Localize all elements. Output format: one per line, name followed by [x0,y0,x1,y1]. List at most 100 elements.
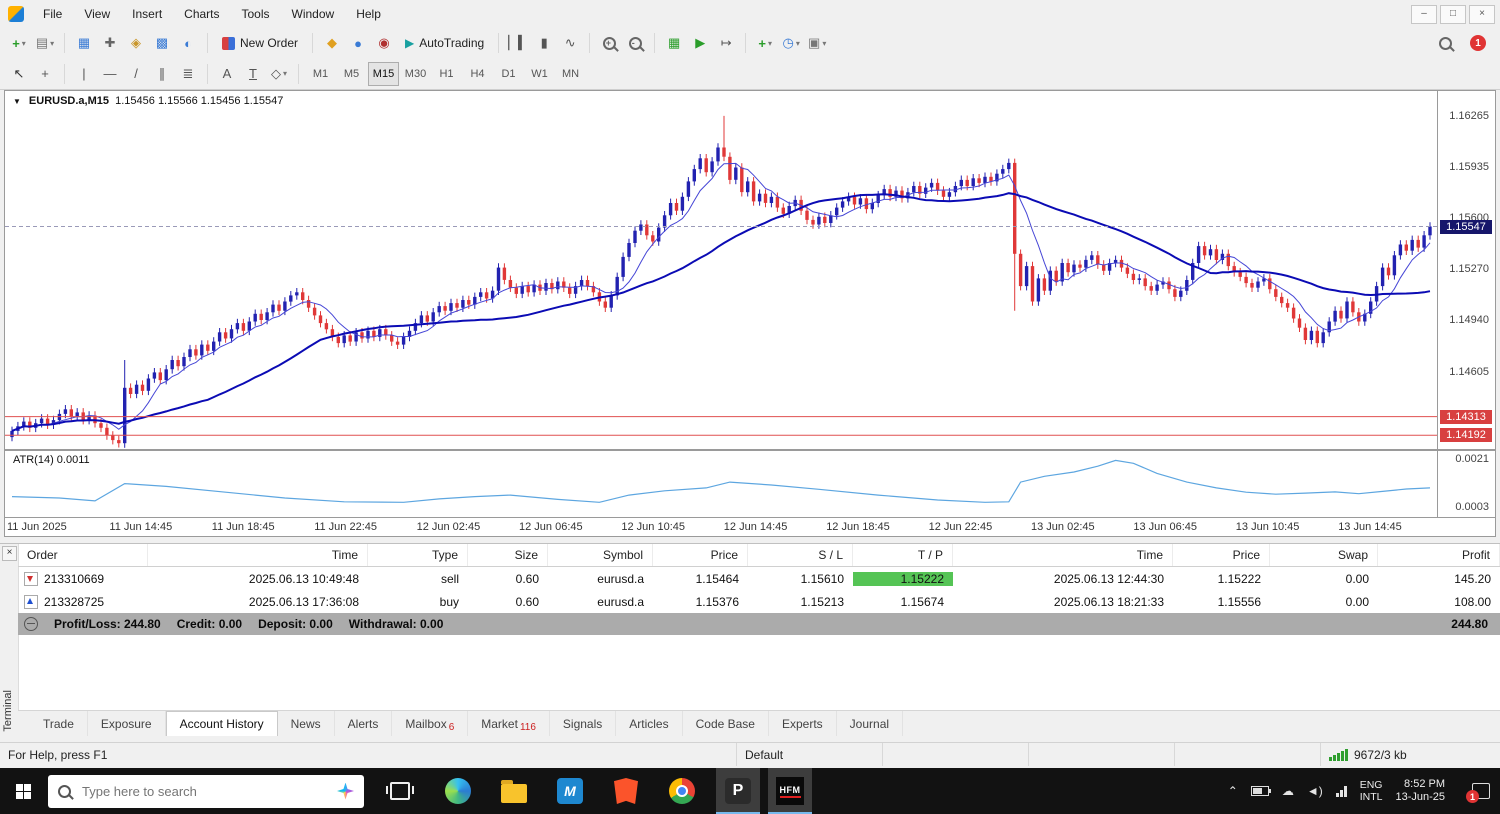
col-size[interactable]: Size [468,544,548,566]
col-swap[interactable]: Swap [1270,544,1378,566]
pane-separator-2[interactable] [5,517,1495,518]
collapse-marker-icon[interactable]: ▼ [13,97,21,106]
taskbar-p-app[interactable]: P [716,768,760,814]
tab-signals[interactable]: Signals [550,711,617,736]
taskbar-hfm[interactable]: HFM [768,768,812,814]
language-indicator[interactable]: ENG INTL [1360,779,1383,803]
trendline-button[interactable]: / [124,62,148,86]
col-sl[interactable]: S / L [748,544,853,566]
auto-scroll-button[interactable]: ▶ [688,31,712,55]
timeframe-h1[interactable]: H1 [432,63,461,85]
bar-chart-button[interactable]: ▏▍ [506,31,530,55]
tab-trade[interactable]: Trade [30,711,88,736]
taskbar-brave[interactable] [604,768,648,814]
col-type[interactable]: Type [368,544,468,566]
task-view-button[interactable] [378,768,422,814]
tab-account-history[interactable]: Account History [165,711,278,736]
col-order[interactable]: Order [18,544,148,566]
text-button[interactable]: A [215,62,239,86]
taskbar-search[interactable] [48,774,364,808]
profiles-button[interactable]: ▤ ▾ [33,31,57,55]
menu-charts[interactable]: Charts [173,3,230,25]
new-chart-button[interactable]: + ▾ [7,31,31,55]
cursor-button[interactable]: ↖ [7,62,31,86]
col-symbol[interactable]: Symbol [548,544,653,566]
atr-indicator-pane[interactable] [5,451,1437,517]
timeframe-m30[interactable]: M30 [401,63,430,85]
strategy-tester-button[interactable]: ◐ [176,31,200,55]
market-watch-button[interactable]: ▦ [72,31,96,55]
history-row-sell[interactable]: 213310669 2025.06.13 10:49:48 sell 0.60 … [18,567,1500,590]
time-axis[interactable]: 11 Jun 2025 11 Jun 14:45 11 Jun 18:45 11 Ju… [5,519,1493,536]
metaeditor-button[interactable]: ◆ [320,31,344,55]
navigator-button[interactable]: ◈ [124,31,148,55]
menu-view[interactable]: View [73,3,121,25]
taskbar-edge[interactable] [436,768,480,814]
col-time[interactable]: Time [148,544,368,566]
restore-button[interactable]: □ [1440,4,1466,24]
timeframe-w1[interactable]: W1 [525,63,554,85]
history-row-buy[interactable]: 213328725 2025.06.13 17:36:08 buy 0.60 e… [18,590,1500,613]
volume-icon[interactable]: ◄) [1307,784,1323,798]
menu-file[interactable]: File [32,3,73,25]
timeframe-m15[interactable]: M15 [368,61,399,86]
taskbar-clock[interactable]: 8:52 PM 13-Jun-25 [1395,778,1445,804]
timeframe-d1[interactable]: D1 [494,63,523,85]
indicators-button[interactable]: + ▾ [753,31,777,55]
tab-articles[interactable]: Articles [616,711,683,736]
timeframe-m1[interactable]: M1 [306,63,335,85]
network-icon[interactable] [1335,785,1347,797]
onedrive-cloud-icon[interactable]: ☁ [1282,784,1294,798]
search-input[interactable] [80,782,328,800]
zoom-out-button[interactable]: - [623,31,647,55]
start-button[interactable] [0,768,46,814]
periods-button[interactable]: ◷ ▾ [779,31,803,55]
menu-help[interactable]: Help [345,3,392,25]
taskbar-chrome[interactable] [660,768,704,814]
price-chart-pane[interactable] [5,91,1437,449]
tray-chevron-icon[interactable]: ⌃ [1228,784,1238,798]
tab-experts[interactable]: Experts [769,711,837,736]
tab-exposure[interactable]: Exposure [88,711,166,736]
menu-insert[interactable]: Insert [121,3,173,25]
fibonacci-button[interactable]: ≣ [176,62,200,86]
candlestick-button[interactable]: ▮ [532,31,556,55]
notifications-badge[interactable]: 1 [1470,35,1486,51]
tile-windows-button[interactable]: ▦ [662,31,686,55]
tab-mailbox[interactable]: Mailbox 6 [392,711,469,736]
signals-button[interactable]: ● [346,31,370,55]
vertical-line-button[interactable]: | [72,62,96,86]
col-close-time[interactable]: Time [953,544,1173,566]
tab-market[interactable]: Market 116 [468,711,550,736]
search-button[interactable] [1433,31,1457,55]
label-button[interactable]: T [241,62,265,86]
calendar-button[interactable]: ◉ [372,31,396,55]
close-button[interactable]: × [1469,4,1495,24]
menu-window[interactable]: Window [281,3,346,25]
taskbar-file-explorer[interactable] [492,768,536,814]
status-profile[interactable]: Default [736,743,882,766]
tab-code-base[interactable]: Code Base [683,711,769,736]
new-order-button[interactable]: New Order [215,31,305,55]
menu-tools[interactable]: Tools [231,3,281,25]
col-price[interactable]: Price [653,544,748,566]
notification-center-icon[interactable]: 1 [1466,783,1490,803]
templates-button[interactable]: ▣ ▾ [805,31,829,55]
timeframe-mn[interactable]: MN [556,63,585,85]
line-chart-button[interactable]: ∿ [558,31,582,55]
copilot-icon[interactable] [337,782,354,800]
autotrading-button[interactable]: ▶ AutoTrading [398,31,491,55]
terminal-close-button[interactable]: × [2,546,17,561]
price-axis[interactable]: 1.16265 1.15935 1.15600 1.15270 1.14940 1.146… [1437,91,1494,449]
tab-alerts[interactable]: Alerts [335,711,393,736]
tab-journal[interactable]: Journal [837,711,904,736]
shapes-button[interactable]: ◇ ▾ [267,62,291,86]
zoom-in-button[interactable]: + [597,31,621,55]
col-profit[interactable]: Profit [1378,544,1500,566]
chart-shift-button[interactable]: ↦ [714,31,738,55]
minimize-button[interactable]: – [1411,4,1437,24]
horizontal-line-button[interactable]: — [98,62,122,86]
battery-icon[interactable] [1250,786,1271,796]
data-window-button[interactable]: ✚ [98,31,122,55]
timeframe-m5[interactable]: M5 [337,63,366,85]
